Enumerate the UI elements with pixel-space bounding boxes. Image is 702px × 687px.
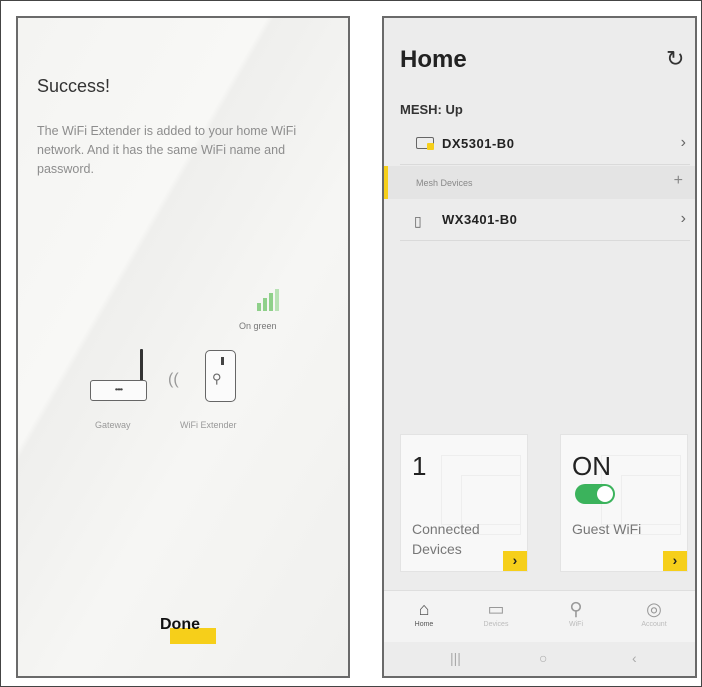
mesh-status: MESH: Up (400, 102, 463, 117)
chevron-right-icon: › (680, 134, 686, 151)
account-icon: ◎ (646, 599, 662, 619)
toggle-knob (597, 486, 613, 502)
wifi-extender-icon: ⚲ (205, 350, 236, 402)
on-green-label: On green (239, 321, 277, 331)
devices-icon: ▭ (487, 599, 505, 619)
nav-item-account[interactable]: ◎ Account (624, 597, 684, 641)
mesh-device-name: WX3401-B0 (442, 212, 518, 227)
divider (400, 164, 690, 165)
page-title: Home (400, 46, 467, 73)
gateway-router-icon: •••• (90, 380, 147, 401)
nav-label-devices: Devices (483, 621, 509, 628)
gateway-device-name: DX5301-B0 (442, 136, 515, 151)
wifi-icon: ⚲ (569, 599, 583, 619)
chevron-right-icon: › (680, 210, 686, 227)
connected-devices-card[interactable]: 1 Connected Devices › (400, 434, 528, 572)
back-icon[interactable]: ‹ (632, 650, 637, 666)
system-navigation-bar: ||| ○ ‹ (384, 642, 695, 676)
gateway-icon (416, 137, 434, 150)
router-antenna (140, 349, 143, 382)
screenshot-frame: Success! The WiFi Extender is added to y… (0, 0, 702, 687)
refresh-icon[interactable]: ↻ (666, 46, 684, 72)
add-icon[interactable]: + (674, 172, 683, 190)
nav-label-account: Account (641, 621, 667, 628)
nav-item-wifi[interactable]: ⚲ WiFi (546, 597, 606, 641)
gateway-device-row[interactable]: DX5301-B0 › (400, 126, 690, 162)
guest-wifi-label: Guest WiFi (572, 521, 642, 537)
extender-led (221, 357, 224, 365)
done-label: Done (160, 616, 200, 633)
gateway-label: Gateway (95, 420, 131, 430)
recent-apps-icon[interactable]: ||| (450, 650, 461, 666)
router-ports: •••• (114, 385, 123, 394)
mesh-devices-label: Mesh Devices (416, 178, 473, 188)
system-home-icon[interactable]: ○ (539, 650, 547, 666)
guest-wifi-toggle[interactable] (575, 484, 615, 504)
done-button[interactable]: Done (160, 616, 216, 646)
nav-item-devices[interactable]: ▭ Devices (466, 597, 526, 641)
bottom-navigation: ⌂ Home ▭ Devices ⚲ WiFi ◎ Account (384, 590, 695, 642)
connected-label: Connected Devices (412, 521, 480, 557)
extender-icon: ▯ (414, 213, 422, 229)
home-icon: ⌂ (418, 599, 430, 619)
divider (400, 240, 690, 241)
guest-wifi-status: ON (572, 451, 611, 481)
nav-item-home[interactable]: ⌂ Home (394, 597, 454, 641)
extender-label: WiFi Extender (180, 420, 237, 430)
arrow-right-icon[interactable]: › (503, 551, 527, 571)
mesh-device-row[interactable]: ▯ WX3401-B0 › (400, 202, 690, 238)
nav-label-wifi: WiFi (569, 621, 583, 628)
success-screen: Success! The WiFi Extender is added to y… (16, 16, 350, 678)
extender-wifi-icon: ⚲ (212, 371, 222, 386)
wireless-signal-icon: (( (168, 371, 179, 388)
connected-count: 1 (412, 451, 427, 481)
nav-label-home: Home (414, 621, 434, 628)
connection-diagram: On green •••• (( ⚲ Gateway WiFi Extender (18, 18, 348, 676)
signal-bars-icon (257, 289, 279, 311)
arrow-right-icon[interactable]: › (663, 551, 687, 571)
home-screen: Home ↻ MESH: Up DX5301-B0 › Mesh Devices… (382, 16, 697, 678)
mesh-accent-bar (384, 166, 388, 199)
mesh-devices-section: Mesh Devices + (384, 166, 695, 199)
guest-wifi-card[interactable]: ON Guest WiFi › (560, 434, 688, 572)
